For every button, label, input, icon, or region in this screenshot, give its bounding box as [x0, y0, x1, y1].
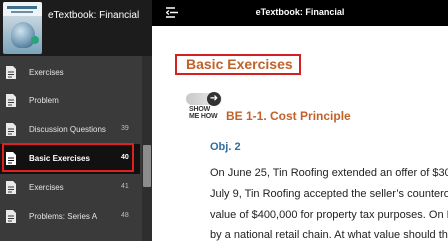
document-icon — [6, 66, 16, 79]
document-icon — [6, 210, 16, 223]
paragraph-line: value of $400,000 for property tax purpo… — [210, 209, 448, 221]
document-icon — [6, 94, 16, 107]
show-me-how-line1: SHOW — [189, 106, 210, 113]
toc-item-label: Problems: Series A — [29, 212, 98, 221]
menu-collapse-icon[interactable] — [166, 7, 178, 18]
exercise-title: BE 1-1. Cost Principle — [226, 109, 351, 123]
top-bar-title: eTextbook: Financial — [255, 7, 345, 17]
toc-item-label: Exercises — [29, 183, 64, 192]
toc-item-discussion-questions[interactable]: Discussion Questions 39 — [0, 115, 140, 145]
reader-content: Basic Exercises ➜ SHOW ME HOW BE 1-1. Cos… — [152, 26, 448, 241]
document-icon — [6, 123, 16, 136]
toc-item-problem[interactable]: Problem — [0, 86, 140, 116]
toc-item-label: Exercises — [29, 68, 64, 77]
toc-item-exercises[interactable]: Exercises — [0, 58, 140, 88]
toc-item-count: 48 — [121, 212, 129, 219]
book-title: eTextbook: Financial — [48, 10, 140, 21]
toc-item-label: Discussion Questions — [29, 125, 106, 134]
document-icon — [6, 181, 16, 194]
toc-item-label: Problem — [29, 96, 59, 105]
sidebar-scrollbar-thumb[interactable] — [143, 145, 151, 187]
book-cover-image[interactable] — [3, 2, 42, 54]
active-item-highlight-box — [2, 143, 134, 172]
sidebar-header: eTextbook: Financial — [0, 0, 152, 56]
toc-item-count: 39 — [121, 125, 129, 132]
toc-item-problems-series-a[interactable]: Problems: Series A 48 — [0, 202, 140, 232]
paragraph-line: On June 25, Tin Roofing extended an offe… — [210, 167, 448, 179]
paragraph-line: July 9, Tin Roofing accepted the seller’… — [210, 188, 448, 200]
show-me-how-button[interactable]: ➜ SHOW ME HOW — [186, 92, 222, 120]
section-title: Basic Exercises — [186, 56, 293, 72]
sidebar: eTextbook: Financial Exercises Problem D… — [0, 0, 152, 241]
paragraph-line: by a national retail chain. At what valu… — [210, 229, 448, 241]
show-me-how-line2: ME HOW — [189, 113, 218, 120]
toc-item-exercises-2[interactable]: Exercises 41 — [0, 173, 140, 203]
toc-item-count: 41 — [121, 183, 129, 190]
arrow-right-icon: ➜ — [207, 92, 221, 106]
objective-link[interactable]: Obj. 2 — [210, 141, 241, 153]
